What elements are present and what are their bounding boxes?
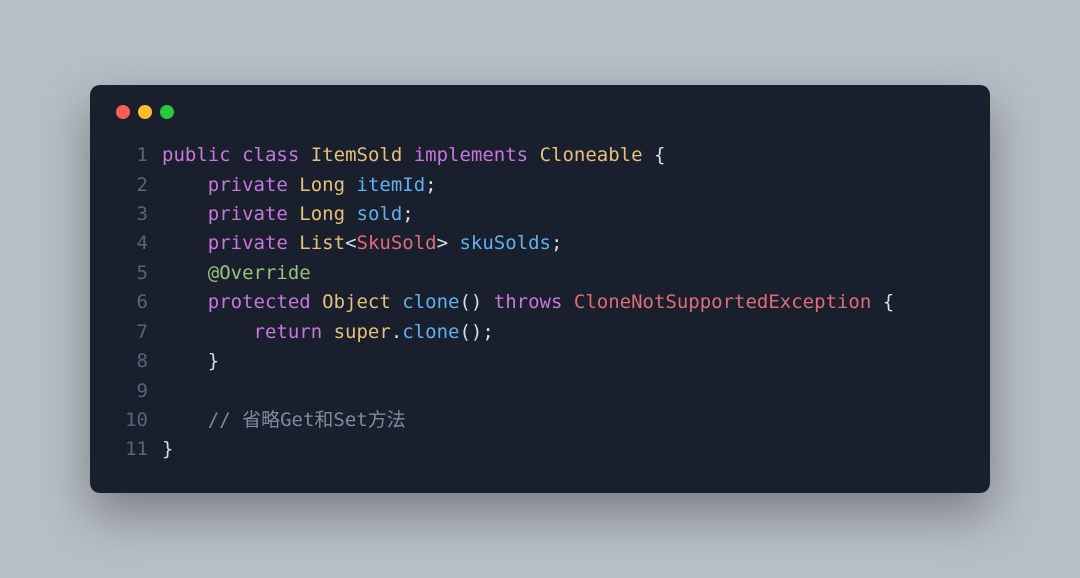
token-punct: } (162, 438, 173, 460)
line-number: 9 (114, 377, 148, 406)
token-punct (288, 203, 299, 225)
token-kw: implements (414, 144, 528, 166)
indent (162, 262, 208, 284)
token-punct (528, 144, 539, 166)
token-annotation: @Override (208, 262, 311, 284)
token-punct: ; (551, 232, 562, 254)
code-window: 1 public class ItemSold implements Clonea… (90, 85, 990, 493)
indent (162, 350, 208, 372)
token-punct (322, 321, 333, 343)
minimize-icon[interactable] (138, 105, 152, 119)
line-content (162, 377, 173, 406)
token-name: sold (357, 203, 403, 225)
code-line: 10 // 省略Get和Set方法 (114, 406, 966, 435)
code-line: 2 private Long itemId; (114, 171, 966, 200)
code-line: 4 private List<SkuSold> skuSolds; (114, 229, 966, 258)
indent (162, 174, 208, 196)
code-line: 9 (114, 377, 966, 406)
token-punct (402, 144, 413, 166)
line-number: 1 (114, 141, 148, 170)
token-punct: { (871, 291, 894, 313)
token-name: itemId (357, 174, 426, 196)
line-content: private List<SkuSold> skuSolds; (162, 229, 562, 258)
code-line: 1 public class ItemSold implements Clonea… (114, 141, 966, 170)
line-number: 11 (114, 435, 148, 464)
token-kw: class (242, 144, 299, 166)
token-type: List (299, 232, 345, 254)
line-content: private Long itemId; (162, 171, 437, 200)
token-method: clone (402, 291, 459, 313)
token-type: super (334, 321, 391, 343)
window-titlebar (114, 105, 966, 119)
token-kw: protected (208, 291, 311, 313)
indent (162, 291, 208, 313)
token-punct: { (643, 144, 666, 166)
line-content: // 省略Get和Set方法 (162, 406, 406, 435)
line-number: 7 (114, 318, 148, 347)
line-content: protected Object clone() throws CloneNot… (162, 288, 894, 317)
token-punct: ; (402, 203, 413, 225)
line-number: 2 (114, 171, 148, 200)
token-punct (299, 144, 310, 166)
token-punct (562, 291, 573, 313)
line-number: 6 (114, 288, 148, 317)
token-punct (345, 203, 356, 225)
token-punct: . (391, 321, 402, 343)
indent (162, 232, 208, 254)
line-content: } (162, 435, 173, 464)
code-line: 5 @Override (114, 259, 966, 288)
token-kw: return (254, 321, 323, 343)
token-punct (391, 291, 402, 313)
indent (162, 321, 254, 343)
line-number: 4 (114, 229, 148, 258)
token-kw: private (208, 203, 288, 225)
maximize-icon[interactable] (160, 105, 174, 119)
token-qualifier: SkuSold (357, 232, 437, 254)
token-exception: CloneNotSupportedException (574, 291, 871, 313)
line-number: 10 (114, 406, 148, 435)
line-content: public class ItemSold implements Cloneab… (162, 141, 665, 170)
indent (162, 203, 208, 225)
token-type: Long (299, 174, 345, 196)
token-punct (311, 291, 322, 313)
token-punct: ; (425, 174, 436, 196)
token-type: Cloneable (540, 144, 643, 166)
line-number: 8 (114, 347, 148, 376)
token-punct: < (345, 232, 356, 254)
code-line: 3 private Long sold; (114, 200, 966, 229)
token-kw: public (162, 144, 231, 166)
token-type: Object (322, 291, 391, 313)
token-kw: private (208, 174, 288, 196)
line-content: private Long sold; (162, 200, 414, 229)
token-punct (288, 232, 299, 254)
token-punct: (); (459, 321, 493, 343)
close-icon[interactable] (116, 105, 130, 119)
line-content: } (162, 347, 219, 376)
token-punct (231, 144, 242, 166)
token-punct: } (208, 350, 219, 372)
indent (162, 409, 208, 431)
token-type: ItemSold (311, 144, 403, 166)
code-line: 8 } (114, 347, 966, 376)
line-number: 3 (114, 200, 148, 229)
token-method: clone (402, 321, 459, 343)
line-number: 5 (114, 259, 148, 288)
token-kw: private (208, 232, 288, 254)
code-line: 6 protected Object clone() throws CloneN… (114, 288, 966, 317)
token-punct (345, 174, 356, 196)
code-line: 7 return super.clone(); (114, 318, 966, 347)
code-line: 11} (114, 435, 966, 464)
token-punct: > (437, 232, 460, 254)
line-content: @Override (162, 259, 311, 288)
token-type: Long (299, 203, 345, 225)
token-name: skuSolds (459, 232, 551, 254)
code-block: 1 public class ItemSold implements Clonea… (114, 141, 966, 465)
token-punct: () (459, 291, 493, 313)
token-kw: throws (494, 291, 563, 313)
line-content: return super.clone(); (162, 318, 494, 347)
token-punct (288, 174, 299, 196)
token-comment: // 省略Get和Set方法 (208, 409, 406, 431)
